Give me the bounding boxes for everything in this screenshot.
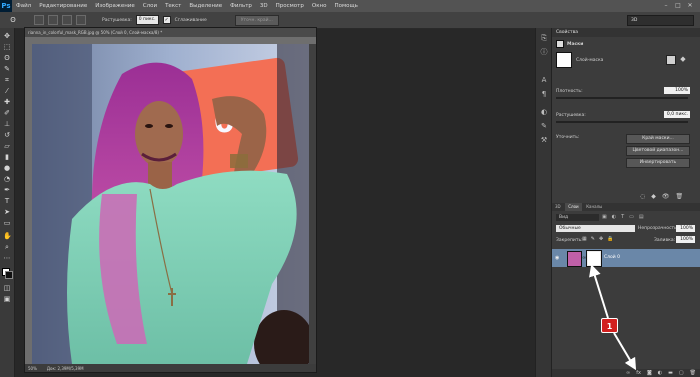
arrow-to-add-mask-button: [613, 332, 637, 371]
annotation-arrows: [589, 264, 637, 371]
annotation-badge: 1: [601, 318, 618, 333]
arrow-to-mask-thumbnail: [589, 264, 609, 319]
